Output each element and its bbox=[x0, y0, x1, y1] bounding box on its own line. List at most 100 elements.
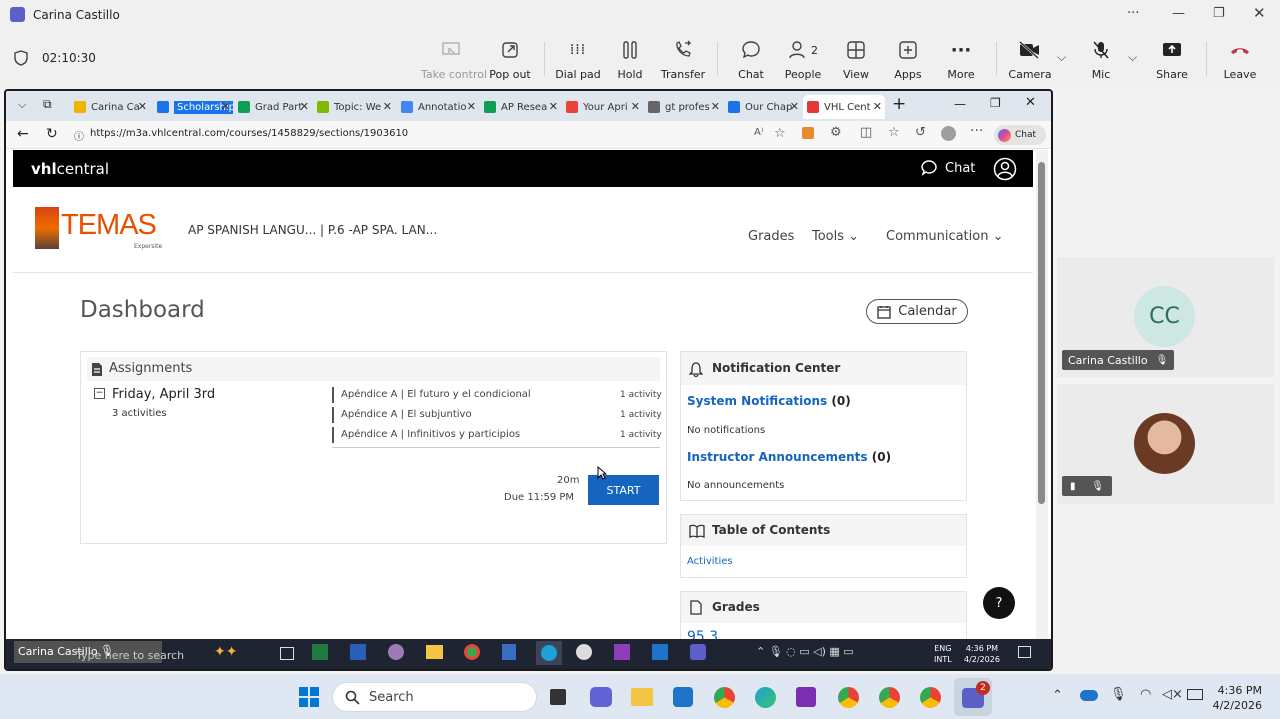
taskbar-search[interactable]: Search bbox=[332, 682, 537, 712]
extensions-puzzle-icon[interactable]: ⚙ bbox=[830, 125, 842, 140]
pop-out-button[interactable]: Pop out bbox=[480, 30, 540, 88]
maximize-icon[interactable]: ❐ bbox=[1213, 6, 1225, 21]
inner-clock[interactable]: 4:36 PM 4/2/2026 bbox=[964, 643, 1000, 665]
new-tab-icon[interactable]: + bbox=[892, 94, 906, 114]
tab-close-icon[interactable]: ✕ bbox=[221, 100, 230, 113]
vhl-brand-logo[interactable]: vhlcentral bbox=[31, 160, 109, 178]
volume-muted-icon[interactable]: ◁× bbox=[1162, 687, 1183, 702]
browser-tab[interactable]: VHL Cent ✕ bbox=[803, 95, 885, 119]
notification-icon[interactable] bbox=[1018, 646, 1031, 658]
tab-close-icon[interactable]: ✕ bbox=[467, 100, 476, 113]
split-screen-icon[interactable]: ◫ bbox=[860, 125, 872, 140]
store-icon[interactable] bbox=[673, 687, 693, 707]
back-icon[interactable]: ← bbox=[17, 126, 29, 142]
teams-active-icon[interactable]: 2 bbox=[954, 678, 992, 716]
battery-icon[interactable] bbox=[1187, 689, 1203, 700]
dial-pad-button[interactable]: ⁞⁞⁞ Dial pad bbox=[548, 30, 608, 88]
view-button[interactable]: View bbox=[826, 30, 886, 88]
copilot-chat-button[interactable]: Chat bbox=[994, 125, 1046, 145]
help-icon[interactable]: ? bbox=[983, 587, 1015, 619]
chrome-icon[interactable] bbox=[464, 644, 480, 660]
history-icon[interactable]: ↺ bbox=[915, 125, 926, 140]
tab-actions-icon[interactable]: ⌵ bbox=[18, 98, 26, 112]
tab-close-icon[interactable]: ✕ bbox=[383, 100, 392, 113]
participant-tile-self[interactable]: ▮ 🎙 bbox=[1057, 384, 1274, 504]
camera-options-chevron-icon[interactable]: ⌵ bbox=[1057, 50, 1066, 65]
apps-button[interactable]: Apps bbox=[878, 30, 938, 88]
onenote-icon[interactable] bbox=[614, 644, 630, 660]
chat-button[interactable]: Chat bbox=[721, 30, 781, 88]
edge-icon[interactable] bbox=[755, 687, 776, 708]
tab-close-icon[interactable]: ✕ bbox=[873, 100, 882, 113]
teams-taskbar-icon[interactable] bbox=[690, 644, 706, 660]
browser-tab[interactable]: Carina Ca ✕ bbox=[70, 95, 150, 119]
nav-tools[interactable]: Tools ⌄ bbox=[812, 229, 859, 244]
show-hidden-icons-icon[interactable]: ⌃ bbox=[1052, 688, 1063, 703]
browser-tab[interactable]: gt profes ✕ bbox=[644, 95, 723, 119]
word-icon[interactable] bbox=[350, 644, 366, 660]
camera-button[interactable]: Camera bbox=[1000, 30, 1060, 88]
excel-icon[interactable] bbox=[312, 644, 328, 660]
nav-grades[interactable]: Grades bbox=[748, 229, 794, 244]
favorite-star-icon[interactable]: ☆ bbox=[774, 126, 786, 141]
vhl-chat-button[interactable]: Chat bbox=[921, 160, 975, 176]
take-control-button[interactable]: Take control bbox=[421, 30, 487, 88]
chrome-profile-icon[interactable] bbox=[838, 687, 859, 708]
tab-close-icon[interactable]: ✕ bbox=[549, 100, 558, 113]
windows-start-icon[interactable] bbox=[299, 687, 319, 707]
file-explorer-icon[interactable] bbox=[631, 688, 653, 706]
instructor-announcements[interactable]: Instructor Announcements (0) bbox=[687, 450, 891, 464]
onenote-icon[interactable] bbox=[796, 687, 816, 707]
browser-tab[interactable]: Our Chap ✕ bbox=[724, 95, 802, 119]
outlook-icon[interactable] bbox=[652, 644, 668, 660]
people-button[interactable]: 2 People bbox=[773, 30, 833, 88]
calculator-icon[interactable] bbox=[502, 644, 516, 660]
edge-active-icon[interactable] bbox=[536, 641, 562, 665]
share-button[interactable]: Share bbox=[1142, 30, 1202, 88]
settings-more-icon[interactable]: ··· bbox=[970, 123, 983, 139]
chrome-profile-icon[interactable] bbox=[920, 687, 941, 708]
minimize-icon[interactable]: — bbox=[1172, 6, 1185, 21]
collapse-icon[interactable]: − bbox=[94, 388, 105, 399]
leave-button[interactable]: Leave bbox=[1210, 30, 1270, 88]
clock-icon[interactable] bbox=[576, 644, 592, 660]
assignment-link[interactable]: Apéndice A | Infinitivos y participios bbox=[341, 429, 520, 440]
favorites-icon[interactable]: ☆ bbox=[888, 125, 900, 140]
browser-tab[interactable]: Grad Part ✕ bbox=[234, 95, 312, 119]
more-button[interactable]: ··· More bbox=[931, 30, 991, 88]
mic-muted-icon[interactable]: 🎙 bbox=[1110, 687, 1127, 702]
lock-icon[interactable]: ⓘ bbox=[74, 128, 84, 143]
transfer-button[interactable]: Transfer bbox=[653, 30, 713, 88]
hold-button[interactable]: Hold bbox=[600, 30, 660, 88]
tab-close-icon[interactable]: ✕ bbox=[138, 100, 147, 113]
page-scrollbar[interactable] bbox=[1036, 150, 1048, 640]
extension-icon[interactable] bbox=[802, 127, 814, 139]
nav-communication[interactable]: Communication ⌄ bbox=[886, 229, 1004, 244]
system-notifications[interactable]: System Notifications (0) bbox=[687, 394, 851, 408]
mic-button[interactable]: Mic bbox=[1071, 30, 1131, 88]
teams-chat-icon[interactable] bbox=[590, 687, 612, 707]
tab-close-icon[interactable]: ✕ bbox=[790, 100, 799, 113]
refresh-icon[interactable]: ↻ bbox=[46, 126, 58, 142]
browser-minimize-icon[interactable]: — bbox=[954, 97, 966, 111]
profile-avatar[interactable] bbox=[941, 126, 956, 141]
course-title[interactable]: AP SPANISH LANGU... | P.6 -AP SPA. LAN..… bbox=[188, 223, 437, 237]
chrome-profile-icon[interactable] bbox=[879, 687, 900, 708]
onedrive-icon[interactable] bbox=[1080, 690, 1098, 701]
more-options-icon[interactable]: ··· bbox=[1127, 6, 1139, 21]
browser-tab[interactable]: AP Resea ✕ bbox=[480, 95, 561, 119]
task-view-icon[interactable] bbox=[280, 647, 294, 660]
read-aloud-icon[interactable]: A⁾ bbox=[754, 127, 763, 138]
wifi-icon[interactable]: ◠ bbox=[1140, 687, 1151, 702]
assignment-link[interactable]: Apéndice A | El subjuntivo bbox=[341, 409, 472, 420]
task-view-icon[interactable] bbox=[550, 689, 566, 705]
user-account-icon[interactable] bbox=[993, 157, 1017, 181]
browser-close-icon[interactable]: ✕ bbox=[1025, 95, 1036, 110]
workspaces-icon[interactable]: ⧉ bbox=[43, 97, 52, 112]
file-explorer-icon[interactable] bbox=[426, 645, 443, 659]
calendar-button[interactable]: Calendar bbox=[866, 299, 968, 324]
browser-restore-icon[interactable]: ❐ bbox=[990, 96, 1001, 110]
tab-close-icon[interactable]: ✕ bbox=[711, 100, 720, 113]
close-icon[interactable]: ✕ bbox=[1253, 4, 1266, 22]
language-indicator[interactable]: ENG INTL bbox=[934, 643, 952, 665]
